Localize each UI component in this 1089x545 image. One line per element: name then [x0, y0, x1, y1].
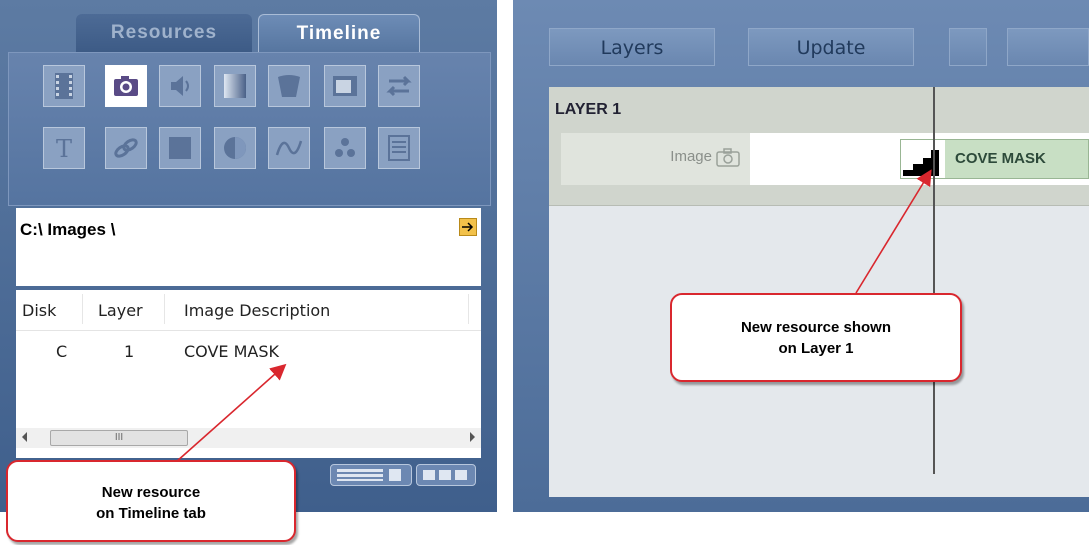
- dots-icon[interactable]: [324, 127, 366, 169]
- speaker-icon[interactable]: [159, 65, 201, 107]
- callout-layer-line-2: on Layer 1: [778, 340, 854, 357]
- swap-icon[interactable]: [378, 65, 420, 107]
- resource-type-toolbar: T: [8, 52, 491, 206]
- cell-disk: C: [56, 342, 68, 361]
- toolbar-button[interactable]: [1007, 28, 1089, 66]
- callout-timeline: New resource on Timeline tab: [6, 460, 296, 542]
- svg-text:T: T: [56, 135, 72, 163]
- timeline-panel: Layers Update LAYER 1 Image COVE MASK: [513, 0, 1089, 512]
- layers-button[interactable]: Layers: [549, 28, 715, 66]
- window-icon[interactable]: [324, 65, 366, 107]
- callout-timeline-line-2: on Timeline tab: [96, 505, 206, 522]
- layer-title: LAYER 1: [555, 101, 622, 118]
- tab-timeline[interactable]: Timeline: [258, 14, 420, 53]
- resources-panel: Resources Timeline T C:\ Images \ Disk L…: [0, 0, 497, 512]
- thumbnail-view-button[interactable]: [416, 464, 476, 486]
- callout-timeline-line-1: New resource: [101, 484, 201, 501]
- resource-list: Disk Layer Image Description C 1 COVE MA…: [16, 290, 481, 458]
- list-item[interactable]: C 1 COVE MASK: [16, 338, 481, 366]
- column-disk[interactable]: Disk: [22, 301, 56, 320]
- detail-view-button[interactable]: [330, 464, 412, 486]
- scroll-right-icon[interactable]: [470, 432, 475, 442]
- toolbar-button[interactable]: [949, 28, 987, 66]
- column-image-description[interactable]: Image Description: [184, 301, 330, 320]
- ramp-icon: [901, 140, 945, 178]
- cell-description: COVE MASK: [184, 342, 280, 361]
- layer-track[interactable]: COVE MASK: [750, 133, 1089, 185]
- timeline-area[interactable]: LAYER 1 Image COVE MASK: [549, 87, 1089, 497]
- playhead[interactable]: [933, 87, 935, 474]
- column-layer[interactable]: Layer: [98, 301, 143, 320]
- clip-label: COVE MASK: [955, 150, 1046, 167]
- layer-row[interactable]: LAYER 1 Image COVE MASK: [549, 87, 1089, 206]
- link-icon[interactable]: [105, 127, 147, 169]
- camera-icon: [716, 148, 740, 167]
- text-icon[interactable]: T: [43, 127, 85, 169]
- gradient-icon[interactable]: [214, 65, 256, 107]
- layer-label: Image: [561, 133, 750, 185]
- square-icon[interactable]: [159, 127, 201, 169]
- path-value: C:\ Images \: [20, 220, 116, 239]
- wave-icon[interactable]: [268, 127, 310, 169]
- path-field[interactable]: C:\ Images \: [16, 208, 481, 286]
- scroll-thumb[interactable]: III: [50, 430, 188, 446]
- list-icon[interactable]: [378, 127, 420, 169]
- cell-layer: 1: [124, 342, 135, 361]
- shape-icon[interactable]: [268, 65, 310, 107]
- film-icon[interactable]: [43, 65, 85, 107]
- tab-resources[interactable]: Resources: [76, 14, 252, 52]
- list-header: Disk Layer Image Description: [16, 290, 481, 331]
- resource-clip[interactable]: COVE MASK: [900, 139, 1089, 179]
- horizontal-scrollbar[interactable]: III: [16, 428, 481, 448]
- callout-layer-line-1: New resource shown: [740, 319, 892, 336]
- camera-icon[interactable]: [105, 65, 147, 107]
- update-button[interactable]: Update: [748, 28, 914, 66]
- scroll-left-icon[interactable]: [22, 432, 27, 442]
- track-type-label: Image: [670, 148, 712, 165]
- arrow-right-icon[interactable]: [459, 218, 477, 236]
- circle-icon[interactable]: [214, 127, 256, 169]
- callout-layer: New resource shown on Layer 1: [670, 293, 962, 382]
